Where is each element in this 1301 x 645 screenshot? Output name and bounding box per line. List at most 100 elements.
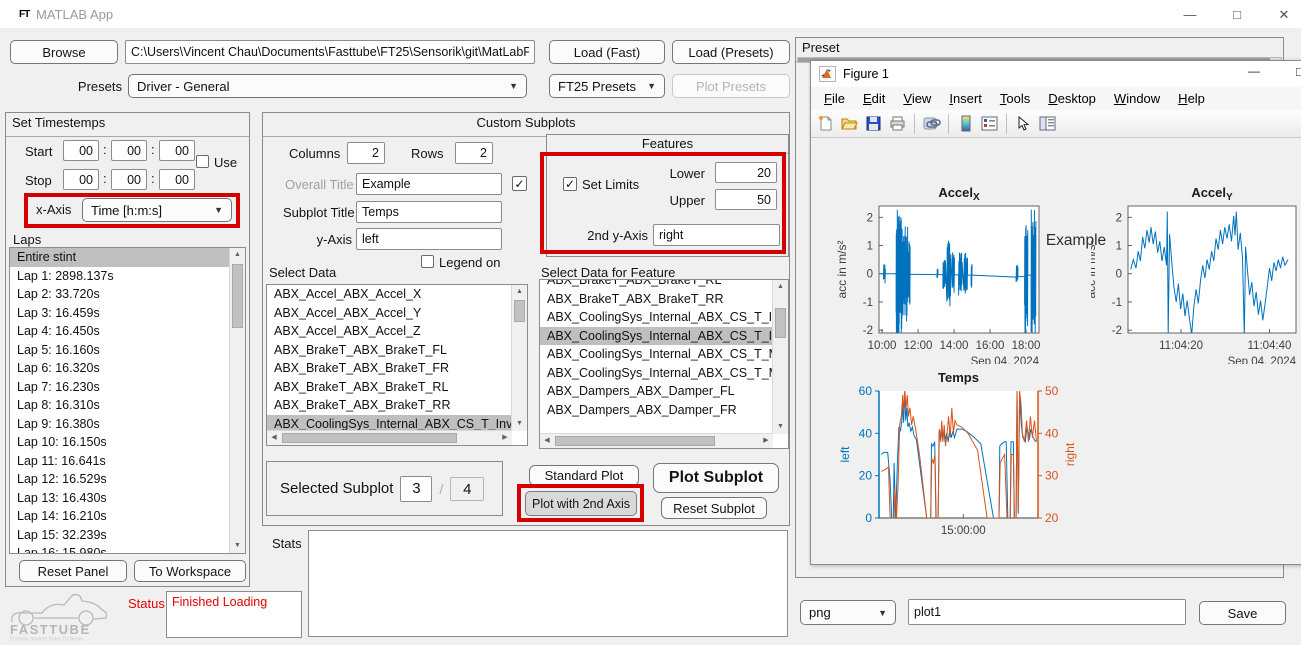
subplot-title-input[interactable] (356, 201, 502, 223)
list-item[interactable]: Lap 12: 16.529s (10, 470, 230, 489)
list-item[interactable]: ABX_CoolingSys_Internal_ABX_CS_T_Inv (540, 308, 773, 327)
scroll-right-icon[interactable]: ▶ (759, 434, 773, 448)
save-button[interactable]: Save (1199, 601, 1286, 625)
lower-input[interactable] (715, 162, 777, 183)
link-plots-icon[interactable] (921, 113, 942, 134)
second-yaxis-input[interactable] (653, 224, 780, 246)
list-item[interactable]: Lap 1: 2898.137s (10, 267, 230, 286)
selected-subplot-input[interactable] (400, 476, 432, 502)
new-file-icon[interactable] (815, 113, 836, 134)
reset-subplot-button[interactable]: Reset Subplot (661, 497, 767, 519)
property-inspector-icon[interactable] (1037, 113, 1058, 134)
scroll-left-icon[interactable]: ◀ (540, 434, 554, 448)
list-item[interactable]: ABX_BrakeT_ABX_BrakeT_RR (267, 396, 512, 415)
select-data-scrollbar[interactable]: ▲ ▼ (511, 285, 527, 431)
plot-subplot-button[interactable]: Plot Subplot (653, 463, 779, 493)
list-item[interactable]: Lap 4: 16.450s (10, 322, 230, 341)
scroll-down-icon[interactable]: ▼ (773, 420, 788, 434)
list-item[interactable]: Lap 16: 15.980s (10, 544, 230, 553)
yaxis-name-input[interactable] (356, 228, 502, 250)
xaxis-dropdown[interactable]: Time [h:m:s] ▼ (82, 198, 232, 222)
list-item[interactable]: Lap 3: 16.459s (10, 304, 230, 323)
stop-second-input[interactable] (159, 169, 195, 190)
rows-input[interactable] (455, 142, 493, 164)
start-second-input[interactable] (159, 140, 195, 161)
menu-item[interactable]: Help (1169, 91, 1214, 106)
to-workspace-button[interactable]: To Workspace (134, 560, 246, 582)
list-item[interactable]: Lap 7: 16.230s (10, 378, 230, 397)
standard-plot-button[interactable]: Standard Plot (529, 465, 639, 486)
list-item[interactable]: ABX_BrakeT_ABX_BrakeT_RL (540, 279, 773, 290)
format-dropdown[interactable]: png ▼ (800, 600, 896, 625)
legend-icon[interactable] (979, 113, 1000, 134)
menu-item[interactable]: Desktop (1039, 91, 1105, 106)
scroll-right-icon[interactable]: ▶ (498, 431, 512, 445)
list-item[interactable]: Lap 10: 16.150s (10, 433, 230, 452)
reset-panel-button[interactable]: Reset Panel (19, 560, 127, 582)
list-item[interactable]: Lap 14: 16.210s (10, 507, 230, 526)
minimize-button[interactable]: — (1175, 6, 1205, 24)
list-item[interactable]: ABX_Accel_ABX_Accel_Z (267, 322, 512, 341)
load-fast-button[interactable]: Load (Fast) (549, 40, 665, 64)
scrollbar-thumb[interactable] (282, 433, 457, 443)
list-item[interactable]: ABX_Accel_ABX_Accel_Y (267, 304, 512, 323)
list-item[interactable]: Entire stint (10, 248, 230, 267)
plot-2nd-axis-button[interactable]: Plot with 2nd Axis (525, 491, 637, 516)
list-item[interactable]: Lap 11: 16.641s (10, 452, 230, 471)
feature-data-scrollbar[interactable]: ▲ ▼ (772, 280, 788, 434)
menu-item[interactable]: Insert (940, 91, 991, 106)
list-item[interactable]: ABX_CoolingSys_Internal_ABX_CS_T_Inv (540, 327, 773, 346)
scroll-up-icon[interactable]: ▲ (512, 285, 527, 299)
figure-minimize-button[interactable]: — (1239, 64, 1269, 78)
columns-input[interactable] (347, 142, 385, 164)
save-icon[interactable] (863, 113, 884, 134)
list-item[interactable]: ABX_BrakeT_ABX_BrakeT_FR (267, 359, 512, 378)
list-item[interactable]: Lap 6: 16.320s (10, 359, 230, 378)
list-item[interactable]: Lap 9: 16.380s (10, 415, 230, 434)
list-item[interactable]: ABX_Dampers_ABX_Damper_FR (540, 401, 773, 420)
overall-title-checkbox[interactable]: ✓ (512, 176, 527, 191)
stop-minute-input[interactable] (111, 169, 147, 190)
scroll-left-icon[interactable]: ◀ (267, 431, 281, 445)
stop-hour-input[interactable] (63, 169, 99, 190)
upper-input[interactable] (715, 189, 777, 210)
colorbar-icon[interactable] (955, 113, 976, 134)
scroll-up-icon[interactable]: ▲ (773, 280, 788, 294)
list-item[interactable]: Lap 15: 32.239s (10, 526, 230, 545)
plot-presets-button[interactable]: Plot Presets (672, 74, 790, 98)
list-item[interactable]: ABX_BrakeT_ABX_BrakeT_RL (267, 378, 512, 397)
scroll-down-icon[interactable]: ▼ (512, 417, 527, 431)
list-item[interactable]: ABX_BrakeT_ABX_BrakeT_RR (540, 290, 773, 309)
start-minute-input[interactable] (111, 140, 147, 161)
filename-input[interactable] (908, 599, 1186, 625)
select-data-hscrollbar[interactable]: ◀ ▶ (267, 430, 512, 445)
list-item[interactable]: ABX_Dampers_ABX_Damper_FL (540, 382, 773, 401)
close-button[interactable]: ✕ (1269, 6, 1299, 24)
figure-maximize-button[interactable]: □ (1285, 64, 1301, 79)
use-checkbox[interactable] (196, 155, 209, 168)
scrollbar-thumb[interactable] (775, 308, 786, 338)
load-presets-button[interactable]: Load (Presets) (672, 40, 790, 64)
maximize-button[interactable]: □ (1222, 6, 1252, 24)
list-item[interactable]: Lap 2: 33.720s (10, 285, 230, 304)
set-limits-checkbox[interactable]: ✓ (563, 177, 577, 191)
menu-item[interactable]: Tools (991, 91, 1039, 106)
list-item[interactable]: Lap 13: 16.430s (10, 489, 230, 508)
scrollbar-thumb[interactable] (514, 300, 525, 322)
scroll-up-icon[interactable]: ▲ (230, 248, 245, 262)
list-item[interactable]: ABX_BrakeT_ABX_BrakeT_FL (267, 341, 512, 360)
list-item[interactable]: Lap 5: 16.160s (10, 341, 230, 360)
list-item[interactable]: Lap 8: 16.310s (10, 396, 230, 415)
browse-button[interactable]: Browse (10, 40, 118, 64)
list-item[interactable]: ABX_CoolingSys_Internal_ABX_CS_T_M (540, 345, 773, 364)
legend-checkbox[interactable] (421, 255, 434, 268)
scrollbar-thumb[interactable] (232, 264, 243, 328)
laps-scrollbar[interactable]: ▲ ▼ (229, 248, 245, 553)
scrollbar-thumb[interactable] (555, 436, 715, 446)
preset-dropdown[interactable]: Driver - General ▼ (128, 74, 527, 98)
menu-item[interactable]: Window (1105, 91, 1169, 106)
open-folder-icon[interactable] (839, 113, 860, 134)
print-icon[interactable] (887, 113, 908, 134)
menu-item[interactable]: View (894, 91, 940, 106)
list-item[interactable]: ABX_CoolingSys_Internal_ABX_CS_T_M (540, 364, 773, 383)
